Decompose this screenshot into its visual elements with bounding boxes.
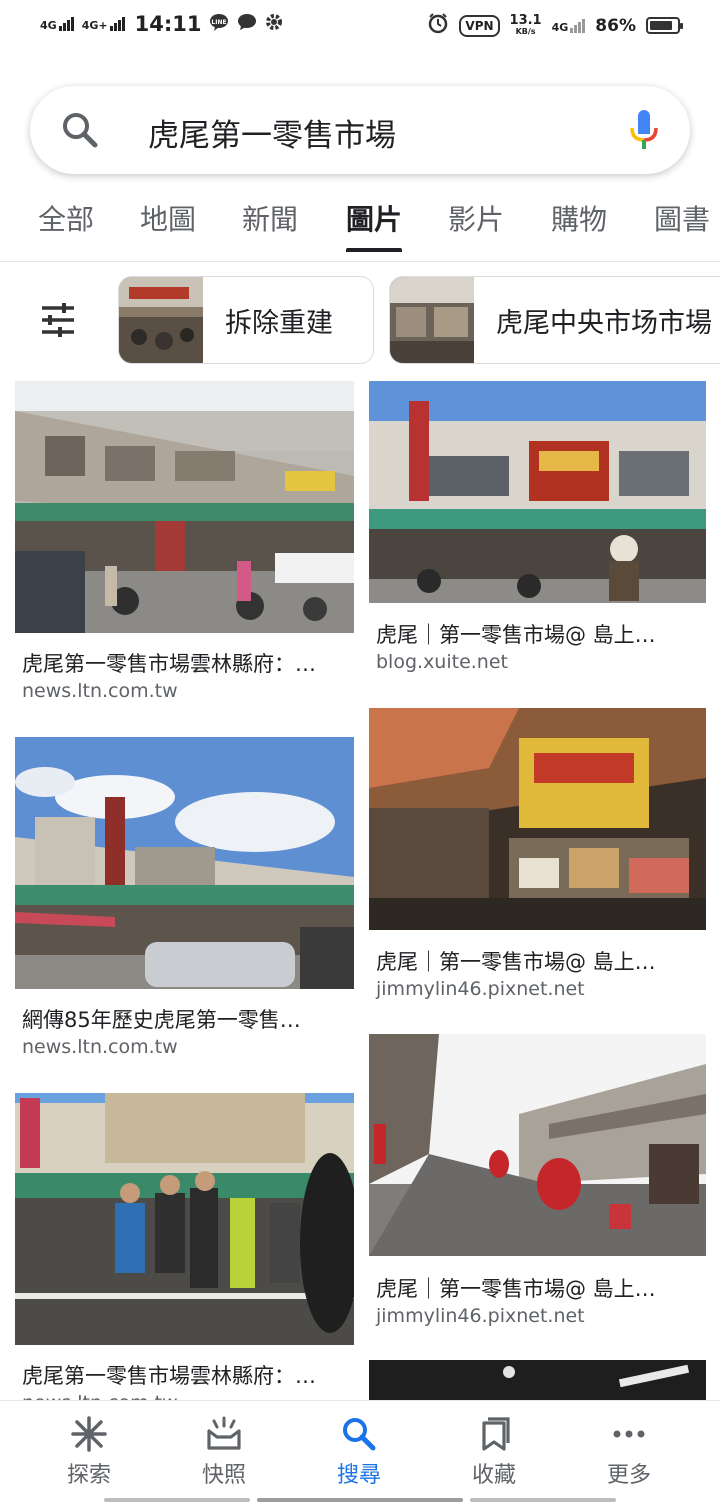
chip-related-search-2[interactable]: 虎尾中央市场市場 <box>389 276 720 364</box>
nav-search[interactable]: 搜尋 <box>309 1415 409 1489</box>
result-source-6: jimmylin46.pixnet.net <box>376 1305 585 1327</box>
result-caption-1[interactable]: 虎尾第一零售市場雲林縣府：… <box>22 648 348 678</box>
battery-icon <box>646 17 683 34</box>
result-caption-2[interactable]: 虎尾｜第一零售市場@ 島上… <box>376 619 696 649</box>
result-image-6[interactable] <box>369 1034 706 1256</box>
result-source-3: news.ltn.com.tw <box>22 1036 178 1058</box>
market-exterior-photo <box>15 737 354 989</box>
search-bar[interactable]: 虎尾第一零售市場 <box>30 86 690 174</box>
tab-images[interactable]: 圖片 <box>346 198 403 252</box>
more-dots-icon <box>613 1430 645 1438</box>
market-facade-photo <box>369 381 706 603</box>
tab-shopping[interactable]: 購物 <box>551 198 607 238</box>
market-alley-photo <box>369 1034 706 1256</box>
signal-icon-3: 4G <box>552 18 586 33</box>
chip-label: 拆除重建 <box>225 307 333 339</box>
chip-thumbnail <box>119 277 203 363</box>
chip-related-search-1[interactable]: 拆除重建 <box>118 276 374 364</box>
status-bar: 4G 4G+ 14:11 LINE VPN 13.1 KB/s 4G 86% <box>0 0 720 52</box>
asterisk-icon <box>71 1416 107 1452</box>
settings-gear-icon <box>265 13 283 36</box>
result-source-1: news.ltn.com.tw <box>22 680 178 702</box>
signal-icon-2: 4G+ <box>82 17 125 31</box>
result-source-4: jimmylin46.pixnet.net <box>376 978 585 1000</box>
nav-snapshot[interactable]: 快照 <box>174 1415 274 1489</box>
result-image-3[interactable] <box>15 737 354 989</box>
tab-all[interactable]: 全部 <box>38 198 94 238</box>
result-image-2[interactable] <box>369 381 706 603</box>
signal-icon: 4G <box>40 17 74 31</box>
microphone-icon[interactable] <box>628 108 660 152</box>
network-type-1: 4G <box>40 19 57 32</box>
result-source-2: blog.xuite.net <box>376 651 508 673</box>
officials-visit-photo <box>15 1093 354 1345</box>
bookmark-icon <box>482 1417 510 1451</box>
chip-thumbnail <box>390 277 474 363</box>
chat-bubble-icon <box>237 13 257 36</box>
tab-maps[interactable]: 地圖 <box>140 198 196 238</box>
result-caption-5[interactable]: 虎尾第一零售市場雲林縣府：… <box>22 1360 348 1390</box>
result-image-5[interactable] <box>15 1093 354 1345</box>
tab-videos[interactable]: 影片 <box>448 198 504 238</box>
active-tab-indicator <box>346 248 403 252</box>
clock: 14:11 <box>134 12 202 36</box>
network-speed: 13.1 KB/s <box>509 12 542 36</box>
search-icon <box>343 1418 376 1451</box>
snapshot-tray-icon <box>207 1416 241 1450</box>
market-street-photo <box>15 381 354 633</box>
vpn-badge: VPN <box>459 14 500 37</box>
nav-more[interactable]: 更多 <box>579 1415 679 1489</box>
result-image-1[interactable] <box>15 381 354 633</box>
bottom-navigation: 探索 快照 搜尋 收藏 更多 <box>0 1400 720 1504</box>
result-image-4[interactable] <box>369 708 706 930</box>
network-type-2: 4G+ <box>81 19 108 32</box>
gesture-bar-center <box>257 1498 463 1502</box>
search-icon[interactable] <box>60 110 100 150</box>
tab-news[interactable]: 新聞 <box>242 198 298 238</box>
svg-text:LINE: LINE <box>212 19 227 26</box>
result-image-7[interactable] <box>369 1360 706 1400</box>
nav-collections[interactable]: 收藏 <box>444 1415 544 1489</box>
result-caption-3[interactable]: 網傳85年歷史虎尾第一零售… <box>22 1004 348 1034</box>
gesture-bar-right <box>470 1498 616 1502</box>
tab-books[interactable]: 圖書 <box>654 198 710 238</box>
filter-sliders-icon[interactable] <box>40 303 76 337</box>
search-tabs: 全部 地圖 新聞 圖片 影片 購物 圖書 <box>0 190 720 262</box>
battery-percent: 86% <box>595 15 636 36</box>
market-interior-photo <box>369 708 706 930</box>
result-source-5: news.ltn.com.tw <box>22 1392 178 1400</box>
result-caption-6[interactable]: 虎尾｜第一零售市場@ 島上… <box>376 1273 696 1303</box>
nav-explore[interactable]: 探索 <box>39 1415 139 1489</box>
result-caption-4[interactable]: 虎尾｜第一零售市場@ 島上… <box>376 946 696 976</box>
gesture-bar-left <box>104 1498 250 1502</box>
alarm-icon <box>427 12 449 39</box>
line-app-icon: LINE <box>209 13 229 36</box>
partial-photo <box>369 1360 706 1400</box>
chip-label: 虎尾中央市场市場 <box>496 307 712 339</box>
search-input[interactable]: 虎尾第一零售市場 <box>148 110 396 155</box>
